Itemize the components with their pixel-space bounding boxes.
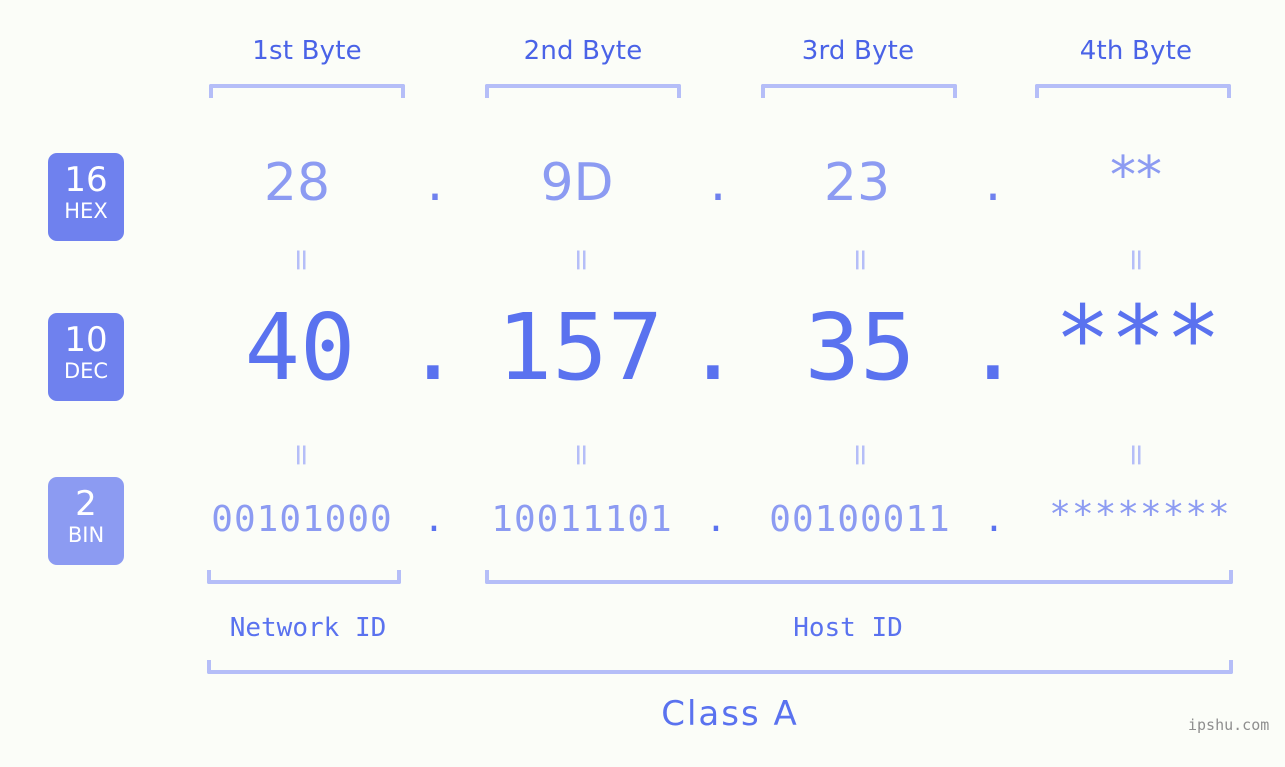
bin-byte-2: 10011101	[491, 499, 673, 540]
base-badge-hex-label: HEX	[64, 199, 108, 223]
equals-mark-hex-dec-4: =	[1119, 247, 1154, 273]
dec-byte-1: 40	[244, 294, 356, 401]
class-label: Class A	[661, 694, 799, 734]
dec-separator-3: .	[965, 294, 1021, 401]
host-id-bracket	[485, 570, 1233, 584]
byte-bracket-1	[209, 84, 405, 98]
byte-bracket-2	[485, 84, 681, 98]
base-badge-dec: 10 DEC	[48, 313, 124, 401]
byte-header-2: 2nd Byte	[523, 36, 643, 66]
base-badge-hex-number: 16	[64, 160, 108, 200]
byte-bracket-4	[1035, 84, 1231, 98]
dec-separator-1: .	[405, 294, 461, 401]
hex-byte-3: 23	[823, 153, 891, 213]
byte-header-3: 3rd Byte	[801, 36, 915, 66]
bin-separator-2: .	[705, 499, 727, 540]
equals-mark-dec-bin-4: =	[1119, 442, 1154, 468]
base-badge-bin: 2 BIN	[48, 477, 124, 565]
base-badge-dec-label: DEC	[63, 359, 109, 383]
byte-bracket-3	[761, 84, 957, 98]
byte-header-4: 4th Byte	[1079, 36, 1193, 66]
bin-separator-1: .	[423, 499, 445, 540]
byte-header-1: 1st Byte	[252, 36, 362, 66]
base-badge-hex: 16 HEX	[48, 153, 124, 241]
bin-byte-1: 00101000	[211, 499, 393, 540]
hex-byte-4: **	[1110, 146, 1162, 206]
equals-mark-hex-dec-2: =	[564, 247, 599, 273]
bin-byte-4: ********	[1049, 494, 1231, 535]
hex-separator-1: .	[426, 153, 444, 213]
dec-separator-2: .	[685, 294, 741, 401]
equals-mark-dec-bin-1: =	[284, 442, 319, 468]
watermark: ipshu.com	[1188, 716, 1270, 734]
hex-byte-1: 28	[263, 153, 331, 213]
dec-byte-2: 157	[496, 294, 664, 401]
hex-byte-2: 9D	[540, 153, 614, 213]
network-id-label: Network ID	[229, 613, 387, 643]
equals-mark-hex-dec-1: =	[284, 247, 319, 273]
bin-separator-3: .	[983, 499, 1005, 540]
base-badge-bin-number: 2	[75, 484, 97, 524]
equals-mark-hex-dec-3: =	[843, 247, 878, 273]
bin-byte-3: 00100011	[769, 499, 951, 540]
equals-mark-dec-bin-3: =	[843, 442, 878, 468]
network-id-bracket	[207, 570, 401, 584]
dec-byte-4: ***	[1054, 286, 1222, 393]
class-bracket	[207, 660, 1233, 674]
base-badge-dec-number: 10	[64, 320, 108, 360]
base-badge-bin-label: BIN	[67, 523, 105, 547]
host-id-label: Host ID	[793, 613, 903, 643]
hex-separator-3: .	[984, 153, 1002, 213]
equals-mark-dec-bin-2: =	[564, 442, 599, 468]
dec-byte-3: 35	[804, 294, 916, 401]
hex-separator-2: .	[709, 153, 727, 213]
ip-breakdown-diagram: 1st Byte 2nd Byte 3rd Byte 4th Byte 16 H…	[0, 0, 1285, 767]
